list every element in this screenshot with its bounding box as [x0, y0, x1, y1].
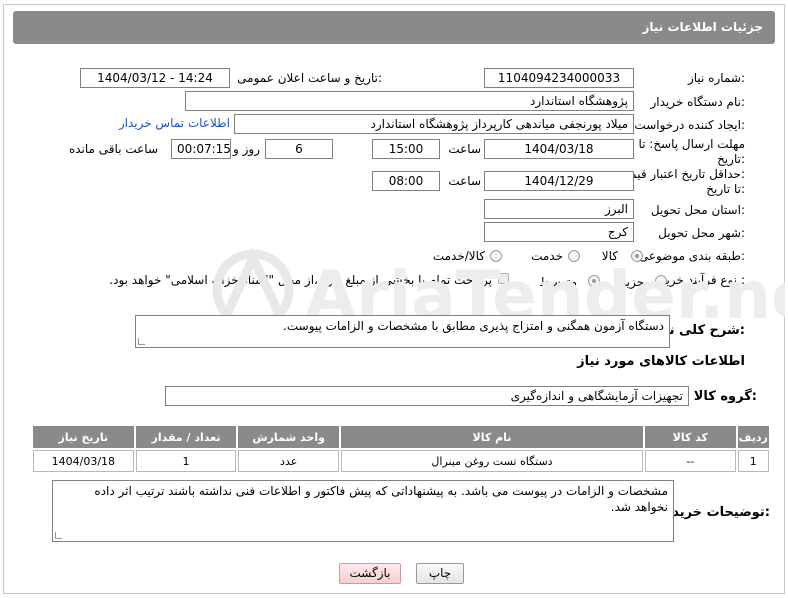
deadline-label-date: تاریخ: — [717, 152, 745, 166]
cell-item-code: -- — [644, 450, 736, 472]
cell-unit: عدد — [238, 450, 339, 472]
contact-info-link[interactable]: اطلاعات تماس خریدار — [119, 116, 230, 130]
creator-label: ایجاد کننده درخواست: — [634, 118, 745, 132]
province-field[interactable]: البرز — [484, 199, 634, 219]
cell-row-number: 1 — [737, 450, 769, 472]
deadline-label: مهلت ارسال پاسخ: تا — [638, 137, 745, 151]
category-radio-both[interactable] — [490, 250, 502, 262]
days-field[interactable]: 6 — [265, 139, 333, 159]
col-row-number: ردیف — [737, 426, 769, 448]
col-need-date: تاریخ نیاز — [33, 426, 134, 448]
treasury-checkbox[interactable] — [498, 273, 509, 284]
resize-grip-icon[interactable] — [55, 532, 62, 539]
col-quantity: تعداد / مقدار — [135, 426, 237, 448]
goods-group-label: گروه کالا: — [693, 389, 757, 404]
buyer-notes-field[interactable]: مشخصات و الزامات در پیوست می باشد. به پی… — [52, 480, 674, 542]
deadline-date-field[interactable]: 1404/03/18 — [484, 139, 634, 159]
remaining-time-label: ساعت باقی مانده — [68, 142, 158, 156]
items-heading: اطلاعات کالاهای مورد نیاز — [577, 354, 745, 369]
category-option-service: خدمت — [531, 249, 563, 263]
deadline-time-field[interactable]: 15:00 — [372, 139, 440, 159]
table-row[interactable]: 1 -- دستگاه تست روغن مینرال عدد 1 1404/0… — [33, 450, 769, 472]
price-validity-label-date: تا تاریخ: — [706, 182, 745, 196]
back-button[interactable]: بازگشت — [339, 563, 401, 584]
payment-note: پرداخت تمام یا بخشی از مبلغ خرید،از محل … — [109, 273, 492, 287]
category-radio-goods[interactable] — [631, 250, 643, 262]
col-item-name: نام کالا — [341, 426, 643, 448]
price-validity-label: حداقل تاریخ اعتبار قیمت: — [618, 167, 745, 181]
process-label: نوع فرآیند خرید : — [660, 273, 745, 287]
province-label: استان محل تحویل: — [650, 203, 745, 217]
category-option-goods: کالا — [601, 249, 618, 263]
buyer-org-field[interactable]: پژوهشگاه استاندارد — [185, 91, 634, 111]
resize-grip-icon[interactable] — [138, 338, 145, 345]
process-option-minor: جزیی — [616, 275, 644, 289]
price-date-field[interactable]: 1404/12/29 — [484, 171, 634, 191]
process-option-medium: متوسط — [539, 275, 577, 289]
deadline-time-label: ساعت — [448, 142, 481, 156]
remaining-time-field[interactable]: 00:07:15 — [171, 139, 231, 159]
items-table: ردیف کد کالا نام کالا واحد شمارش تعداد /… — [31, 424, 771, 474]
need-number-field[interactable]: 1104094234000033 — [484, 68, 634, 88]
description-text: دستگاه آزمون همگنی و امتزاج پذیری مطابق … — [283, 319, 664, 333]
page-title: جزئیات اطلاعات نیاز — [642, 20, 763, 34]
cell-item-name: دستگاه تست روغن مینرال — [341, 450, 643, 472]
process-radio-minor[interactable] — [655, 275, 667, 287]
cell-need-date: 1404/03/18 — [33, 450, 134, 472]
price-time-field[interactable]: 08:00 — [372, 171, 440, 191]
cell-quantity: 1 — [135, 450, 237, 472]
category-radio-service[interactable] — [568, 250, 580, 262]
creator-field[interactable]: میلاد پورنجفی میاندهی کارپرداز پژوهشگاه … — [234, 114, 634, 134]
process-radio-medium[interactable] — [588, 275, 600, 287]
table-header-row: ردیف کد کالا نام کالا واحد شمارش تعداد /… — [33, 426, 769, 448]
buyer-notes-text: مشخصات و الزامات در پیوست می باشد. به پی… — [94, 484, 668, 514]
city-label: شهر محل تحویل: — [658, 226, 745, 240]
announce-field[interactable]: 1404/03/12 - 14:24 — [80, 68, 230, 88]
days-label: روز و — [233, 142, 260, 156]
price-time-label: ساعت — [448, 174, 481, 188]
announce-label: تاریخ و ساعت اعلان عمومی: — [237, 71, 382, 85]
city-field[interactable]: کرج — [484, 222, 634, 242]
buyer-org-label: نام دستگاه خریدار: — [650, 95, 746, 109]
description-field[interactable]: دستگاه آزمون همگنی و امتزاج پذیری مطابق … — [135, 315, 670, 348]
print-button[interactable]: چاپ — [416, 563, 464, 584]
buyer-notes-label: توضیحات خریدار: — [660, 505, 770, 520]
goods-group-field[interactable]: تجهیزات آزمایشگاهی و اندازه‌گیری — [165, 386, 689, 406]
col-item-code: کد کالا — [644, 426, 736, 448]
title-bar: جزئیات اطلاعات نیاز — [13, 11, 775, 44]
category-option-both: کالا/خدمت — [432, 249, 485, 263]
need-number-label: شماره نیاز: — [687, 71, 745, 85]
col-unit: واحد شمارش — [238, 426, 339, 448]
category-label: طبقه بندی موضوعی: — [638, 249, 745, 263]
